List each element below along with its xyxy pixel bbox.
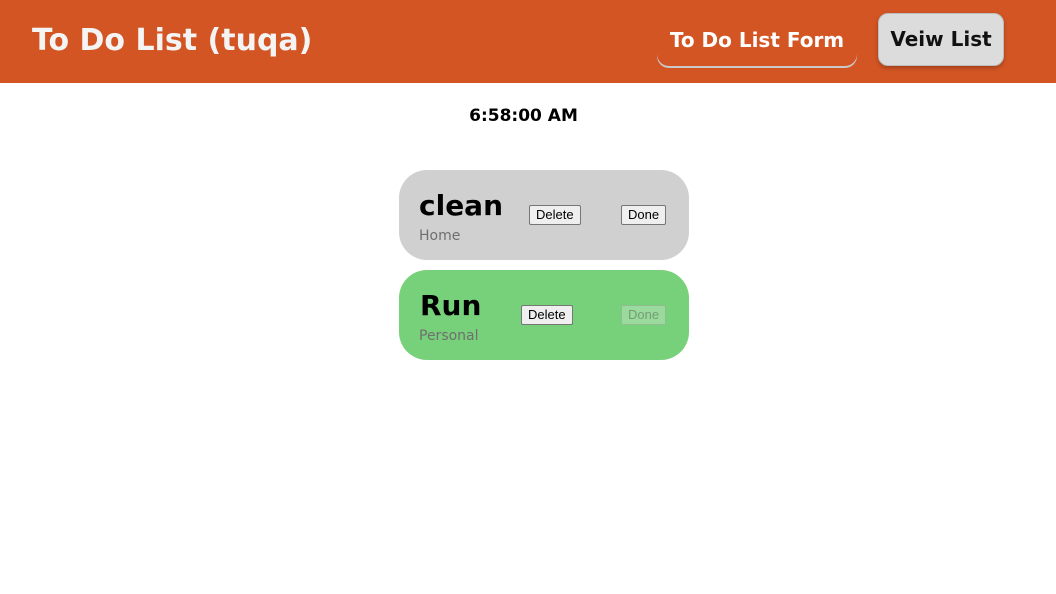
done-button[interactable]: Done	[621, 205, 667, 225]
task-category: Personal	[419, 328, 479, 344]
delete-button[interactable]: Delete	[521, 305, 573, 325]
app-header: To Do List (tuqa) To Do List Form Veiw L…	[0, 0, 1056, 83]
task-title: clean	[419, 189, 504, 222]
task-card: clean Home Delete Done	[399, 170, 689, 260]
nav-todo-list-form[interactable]: To Do List Form	[657, 14, 857, 66]
delete-button[interactable]: Delete	[529, 205, 581, 225]
nav-view-list[interactable]: Veiw List	[878, 13, 1004, 66]
task-category: Home	[419, 228, 461, 244]
task-title: Run	[420, 289, 482, 322]
task-card: Run Personal Delete Done	[399, 270, 689, 360]
clock-time: 6:58:00 AM	[469, 106, 578, 126]
done-button: Done	[621, 305, 667, 325]
app-title: To Do List (tuqa)	[32, 23, 313, 58]
